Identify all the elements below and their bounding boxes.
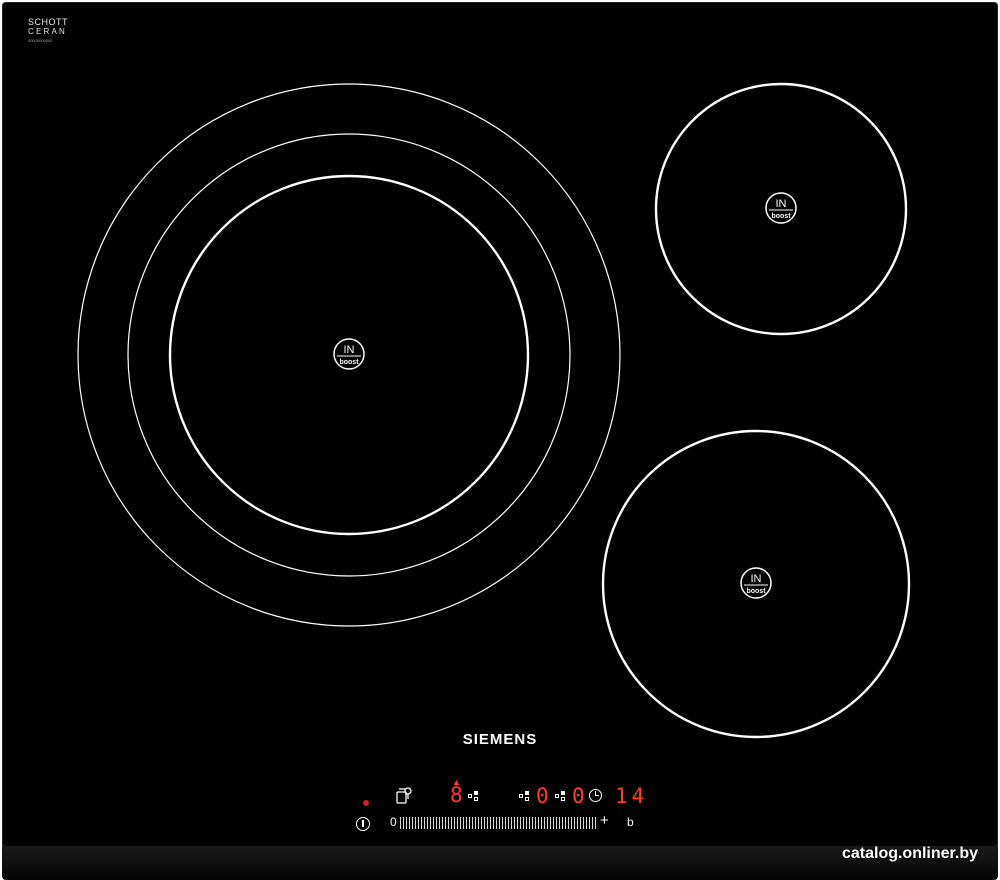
power-indicator-led bbox=[363, 800, 369, 806]
timer-zone-a-display: 0 bbox=[536, 784, 549, 808]
timer-zone-a-icon[interactable] bbox=[519, 791, 531, 801]
power-button[interactable] bbox=[356, 817, 370, 831]
watermark-text: catalog.onliner.by bbox=[841, 845, 978, 862]
cooking-zones: IN boost IN boost IN boost bbox=[77, 82, 911, 739]
boost-badge-in: IN bbox=[776, 198, 787, 210]
boost-badge-boost: boost bbox=[771, 213, 791, 220]
large-zone-boost-badge: IN boost bbox=[333, 338, 365, 370]
child-lock-icon[interactable] bbox=[396, 786, 414, 806]
power-slider[interactable] bbox=[400, 817, 598, 829]
boost-badge-in: IN bbox=[344, 344, 355, 356]
boost-button[interactable]: b bbox=[627, 815, 634, 829]
clock-icon[interactable] bbox=[589, 789, 602, 802]
timer-zone-b-icon[interactable] bbox=[555, 791, 567, 801]
boost-badge-boost: boost bbox=[339, 359, 359, 366]
slider-zero-label[interactable]: 0 bbox=[390, 815, 397, 829]
small-zone-boost-badge: IN boost bbox=[765, 192, 797, 224]
boost-badge-boost: boost bbox=[746, 588, 766, 595]
zone-selector-icon[interactable] bbox=[468, 791, 480, 801]
timer-value-display: 14 bbox=[615, 784, 649, 808]
brand-logo: SIEMENS bbox=[462, 731, 538, 748]
power-level-display: 8 bbox=[450, 783, 463, 807]
boost-badge-in: IN bbox=[751, 573, 762, 585]
medium-zone-boost-badge: IN boost bbox=[740, 567, 772, 599]
slider-plus-button[interactable]: + bbox=[600, 812, 609, 829]
timer-zone-b-display: 0 bbox=[572, 784, 585, 808]
